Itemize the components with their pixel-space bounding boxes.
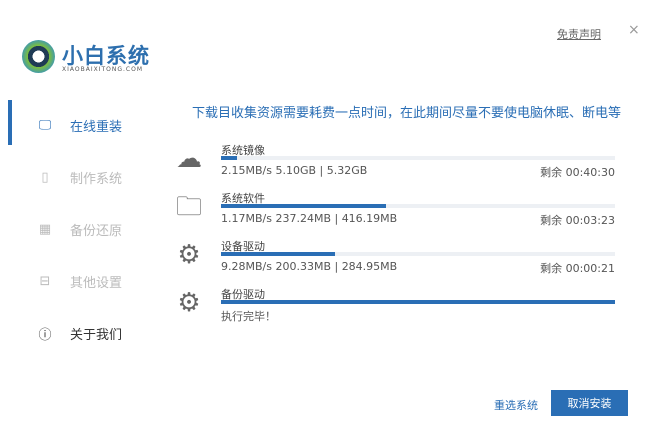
reselect-system-button[interactable]: 重选系统: [494, 397, 538, 413]
item-stat: 2.15MB/s 5.10GB | 5.32GB: [221, 164, 368, 177]
progress-fill: [221, 300, 615, 304]
grid-icon: ▦: [38, 222, 52, 237]
usb-icon: ▯: [41, 170, 49, 185]
progress-fill: [221, 252, 336, 256]
progress-bar: [221, 204, 615, 208]
close-icon[interactable]: ×: [628, 22, 640, 38]
cancel-install-button[interactable]: 取消安装: [551, 390, 628, 416]
active-indicator: [8, 100, 12, 145]
sidebar-item-label: 在线重装: [70, 120, 123, 135]
disclaimer-link[interactable]: 免责声明: [557, 26, 601, 42]
sidebar-item-1[interactable]: ▯ 制作系统: [36, 168, 122, 187]
progress-fill: [221, 156, 237, 160]
info-icon: ⓘ: [38, 328, 52, 343]
item-stat: 9.28MB/s 200.33MB | 284.95MB: [221, 260, 398, 273]
item-remaining: 剩余 00:03:23: [540, 214, 615, 227]
item-stat: 执行完毕！: [221, 310, 276, 323]
item-stat: 1.17MB/s 237.24MB | 416.19MB: [221, 212, 398, 225]
item-remaining: 剩余 00:00:21: [540, 262, 615, 275]
folder-icon: 🗀: [175, 192, 202, 222]
sidebar-item-label: 其他设置: [70, 276, 123, 291]
gear-icon: ⚙: [177, 288, 201, 318]
progress-fill: [221, 204, 387, 208]
item-remaining: 剩余 00:40:30: [540, 166, 615, 179]
app-subtitle: XIAOBAIXITONG.COM: [62, 66, 143, 73]
headline: 下载目收集资源需要耗费一点时间，在此期间尽量不要使电脑休眠、断电等: [192, 106, 622, 121]
progress-bar: [221, 300, 615, 304]
logo-icon: [22, 40, 55, 73]
sidebar-item-label: 备份还原: [70, 224, 123, 239]
sidebar-item-label: 制作系统: [70, 172, 123, 187]
sidebar-item-3[interactable]: ⊟ 其他设置: [36, 272, 122, 291]
sidebar-item-4[interactable]: ⓘ 关于我们: [36, 324, 122, 343]
sidebar-item-0[interactable]: 🖵 在线重装: [36, 116, 122, 135]
sidebar-item-label: 关于我们: [70, 328, 123, 343]
progress-bar: [221, 156, 615, 160]
chat-icon: ☁: [176, 144, 202, 174]
gear-icon: ⚙: [177, 240, 201, 270]
monitor-icon: 🖵: [38, 118, 52, 133]
box-icon: ⊟: [39, 274, 51, 289]
progress-bar: [221, 252, 615, 256]
sidebar-item-2[interactable]: ▦ 备份还原: [36, 220, 122, 239]
